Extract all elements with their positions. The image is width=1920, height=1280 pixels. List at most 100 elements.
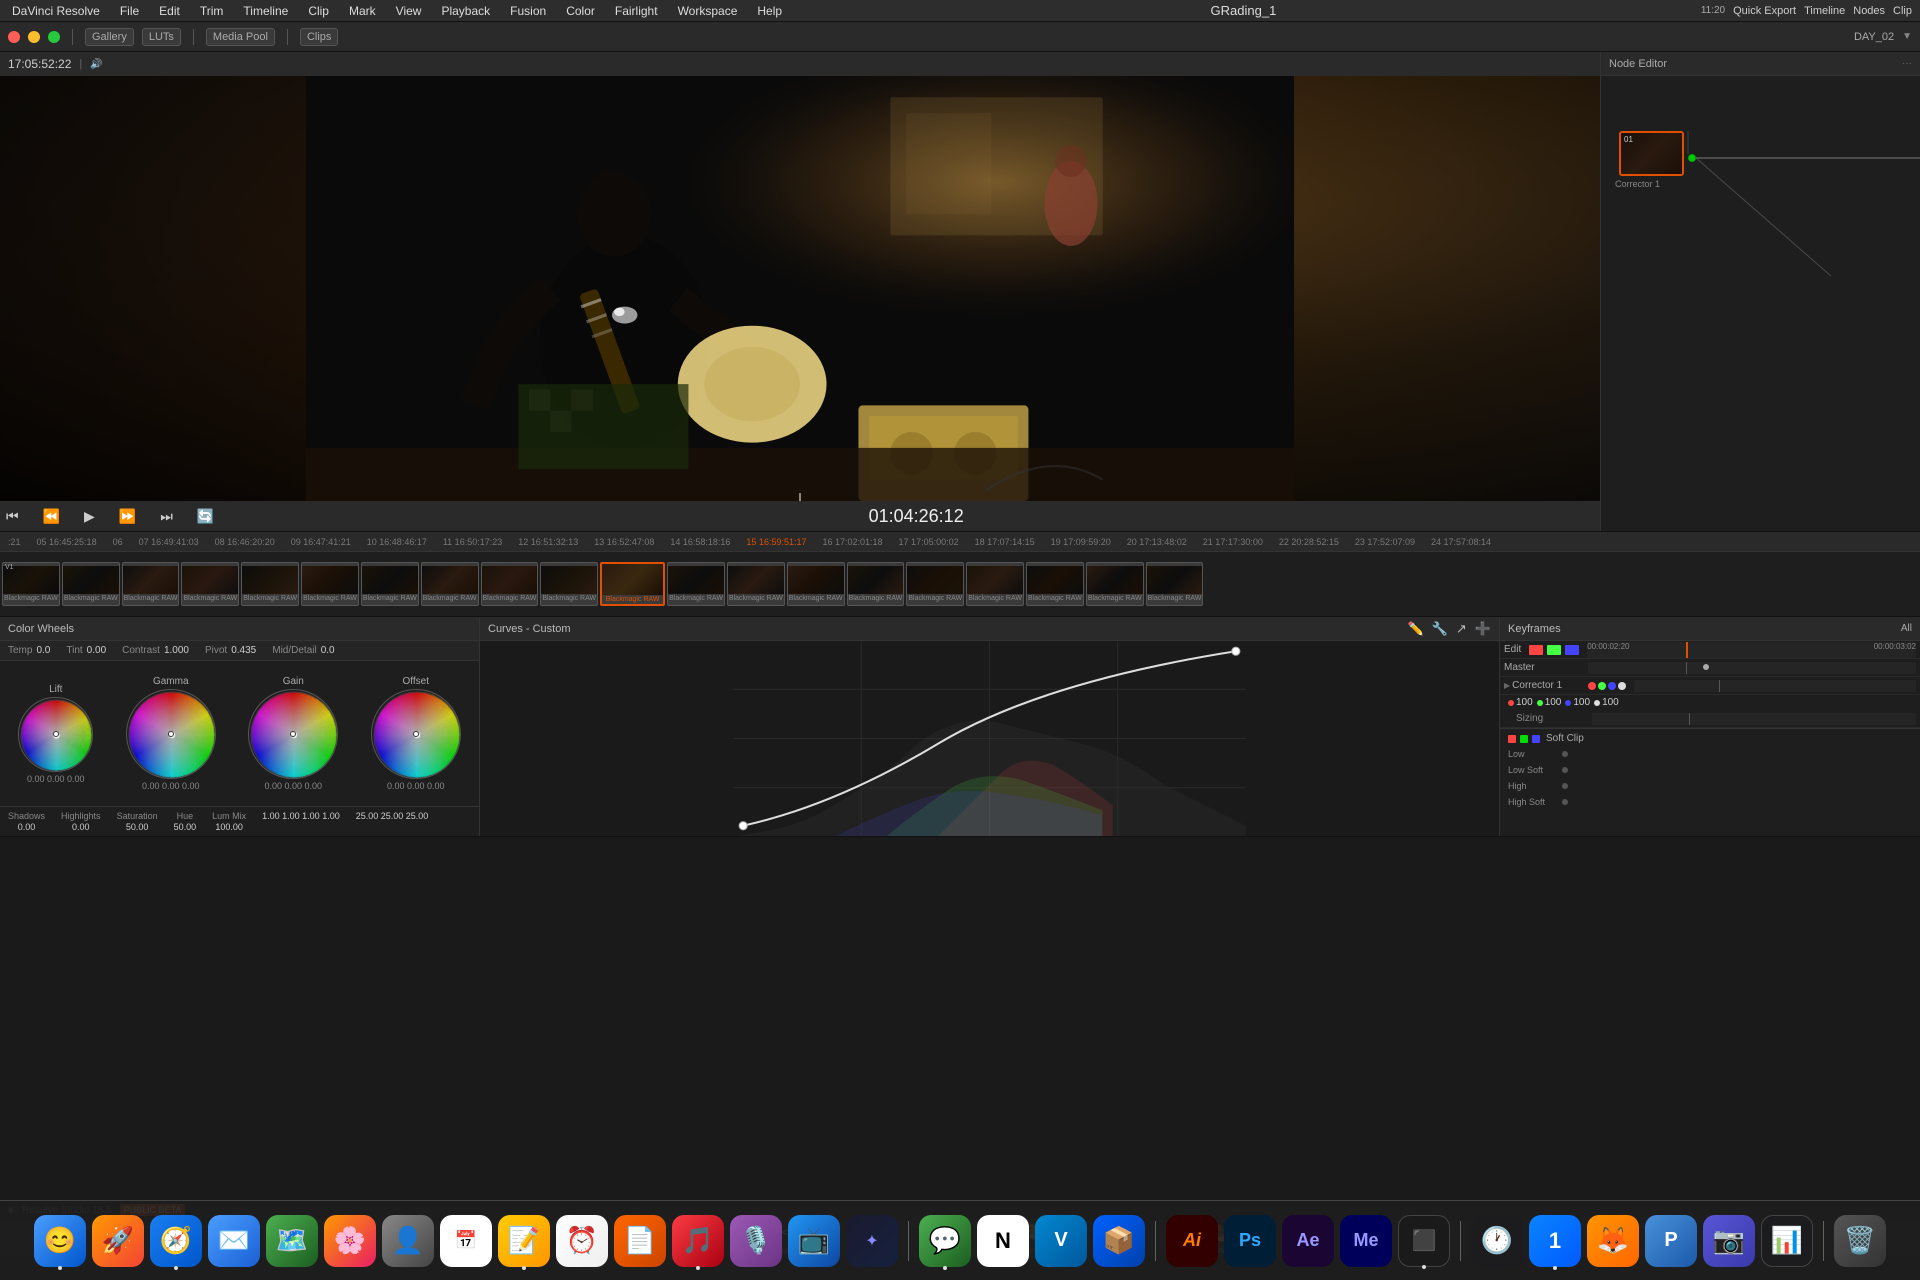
clip-24[interactable]: Blackmagic RAW (1146, 562, 1204, 606)
dock-launchpad[interactable]: 🚀 Launchpad (92, 1215, 144, 1267)
clip-14[interactable]: Blackmagic RAW (540, 562, 598, 606)
video-canvas[interactable] (0, 76, 1600, 501)
menu-color[interactable]: Color (562, 2, 599, 20)
play-btn[interactable]: ▶ (78, 506, 101, 527)
quick-export-btn[interactable]: Quick Export (1733, 5, 1796, 17)
gamma-wheel[interactable] (126, 689, 216, 779)
menu-trim[interactable]: Trim (196, 2, 228, 20)
menu-fusion[interactable]: Fusion (506, 2, 550, 20)
dock-notchmeister[interactable]: ✦ Notchmeister (846, 1215, 898, 1267)
node-options[interactable]: ··· (1902, 58, 1912, 69)
dock-worldclock[interactable]: 🕐 World Clock (1471, 1215, 1523, 1267)
menu-playback[interactable]: Playback (437, 2, 494, 20)
dock-finder[interactable]: 😊 Finder (34, 1215, 86, 1267)
dock-davinci[interactable]: ⬛ DaVinci Resolve (1398, 1215, 1450, 1267)
clip-13[interactable]: Blackmagic RAW (481, 562, 539, 606)
menu-edit[interactable]: Edit (155, 2, 184, 20)
dock-podcasts[interactable]: 🎙️ Podcasts (730, 1215, 782, 1267)
sc-low-dot[interactable] (1562, 751, 1568, 757)
lift-wheel[interactable] (18, 697, 93, 772)
middetail-control[interactable]: Mid/Detail 0.0 (272, 645, 334, 656)
node-01[interactable]: 01 (1619, 131, 1684, 176)
window-maximize[interactable] (48, 31, 60, 43)
contrast-control[interactable]: Contrast 1.000 (122, 645, 189, 656)
clip-19[interactable]: Blackmagic RAW (847, 562, 905, 606)
dock-maps[interactable]: 🗺️ Maps (266, 1215, 318, 1267)
dock-notion[interactable]: N Notion (977, 1215, 1029, 1267)
dock-mail[interactable]: ✉️ Mail (208, 1215, 260, 1267)
curves-graph[interactable] (480, 641, 1499, 836)
dock-photos[interactable]: 🌸 Photos (324, 1215, 376, 1267)
curves-tool-1[interactable]: ✏️ (1408, 621, 1424, 637)
kf-green-marker[interactable] (1547, 645, 1561, 655)
clip-12[interactable]: Blackmagic RAW (421, 562, 479, 606)
clip-16[interactable]: Blackmagic RAW (667, 562, 725, 606)
window-minimize[interactable] (28, 31, 40, 43)
dock-vectorize[interactable]: V Vectorize (1035, 1215, 1087, 1267)
dock-safari[interactable]: 🧭 Safari (150, 1215, 202, 1267)
clip-20[interactable]: Blackmagic RAW (906, 562, 964, 606)
clip-btn-top[interactable]: Clip (1893, 5, 1912, 17)
kf-master-timeline[interactable] (1588, 662, 1916, 674)
clip-07[interactable]: Blackmagic RAW (122, 562, 180, 606)
dock-onepassword[interactable]: 1 1Password (1529, 1215, 1581, 1267)
dock-screensnapai[interactable]: 📷 ScreenSnapAI (1703, 1215, 1755, 1267)
dock-illustrator[interactable]: Ai Illustrator (1166, 1215, 1218, 1267)
sc-lowsoft-dot[interactable] (1562, 767, 1568, 773)
track-clips[interactable]: V1 Blackmagic RAW Blackmagic RAW Blackma… (0, 552, 1920, 616)
curves-tool-2[interactable]: 🔧 (1432, 621, 1448, 637)
menu-view[interactable]: View (392, 2, 426, 20)
clip-08[interactable]: Blackmagic RAW (181, 562, 239, 606)
kf-timeline-edit[interactable]: 00:00:02:20 00:00:03:02 (1587, 642, 1916, 658)
clip-18[interactable]: Blackmagic RAW (787, 562, 845, 606)
dock-tv[interactable]: 📺 TV (788, 1215, 840, 1267)
dock-firefox[interactable]: 🦊 Firefox (1587, 1215, 1639, 1267)
dock-music[interactable]: 🎵 Music (672, 1215, 724, 1267)
curves-tool-4[interactable]: ➕ (1475, 621, 1491, 637)
sc-red-btn[interactable] (1508, 735, 1516, 743)
saturation-slider[interactable]: Saturation 50.00 (117, 811, 158, 832)
kf-sizing-timeline[interactable] (1592, 713, 1916, 725)
offset-wheel[interactable] (371, 689, 461, 779)
shadows-slider[interactable]: Shadows 0.00 (8, 811, 45, 832)
gain-wheel[interactable] (248, 689, 338, 779)
clip-11[interactable]: Blackmagic RAW (361, 562, 419, 606)
window-close[interactable] (8, 31, 20, 43)
media-pool-btn[interactable]: Media Pool (206, 28, 275, 46)
timeline-btn-top[interactable]: Timeline (1804, 5, 1845, 17)
nodes-btn-top[interactable]: Nodes (1853, 5, 1885, 17)
dock-messages[interactable]: 💬 Messages (919, 1215, 971, 1267)
clip-05[interactable]: V1 Blackmagic RAW (2, 562, 60, 606)
dock-reminders[interactable]: ⏰ Reminders (556, 1215, 608, 1267)
menu-file[interactable]: File (116, 2, 143, 20)
menu-fairlight[interactable]: Fairlight (611, 2, 662, 20)
menu-clip[interactable]: Clip (304, 2, 333, 20)
clip-09[interactable]: Blackmagic RAW (241, 562, 299, 606)
menu-workspace[interactable]: Workspace (674, 2, 742, 20)
luts-btn[interactable]: LUTs (142, 28, 181, 46)
clip-17[interactable]: Blackmagic RAW (727, 562, 785, 606)
kf-corrector-timeline[interactable] (1634, 680, 1916, 692)
dock-photoshop[interactable]: Ps Photoshop (1224, 1215, 1276, 1267)
curves-tool-3[interactable]: ↗ (1456, 621, 1467, 637)
pivot-control[interactable]: Pivot 0.435 (205, 645, 256, 656)
clip-15-active[interactable]: Blackmagic RAW (600, 562, 665, 606)
bin-name[interactable]: DAY_02 (1854, 31, 1894, 43)
node-output-dot[interactable] (1688, 154, 1696, 162)
sc-green-btn[interactable] (1520, 735, 1528, 743)
sc-high-dot[interactable] (1562, 783, 1568, 789)
kf-master-kf1[interactable] (1703, 664, 1709, 670)
menu-davinci[interactable]: DaVinci Resolve (8, 2, 104, 20)
dock-aftereffects[interactable]: Ae After Effects (1282, 1215, 1334, 1267)
kf-blue-marker[interactable] (1565, 645, 1579, 655)
highlights-slider[interactable]: Highlights 0.00 (61, 811, 101, 832)
clip-10[interactable]: Blackmagic RAW (301, 562, 359, 606)
clip-21[interactable]: Blackmagic RAW (966, 562, 1024, 606)
dock-trash[interactable]: 🗑️ Trash (1834, 1215, 1886, 1267)
node-graph[interactable]: 01 Corrector 1 (1601, 76, 1920, 531)
gallery-btn[interactable]: Gallery (85, 28, 134, 46)
loop-btn[interactable]: 🔄 (191, 506, 220, 527)
tint-control[interactable]: Tint 0.00 (66, 645, 106, 656)
sc-blue-btn[interactable] (1532, 735, 1540, 743)
kf-red-marker[interactable] (1529, 645, 1543, 655)
